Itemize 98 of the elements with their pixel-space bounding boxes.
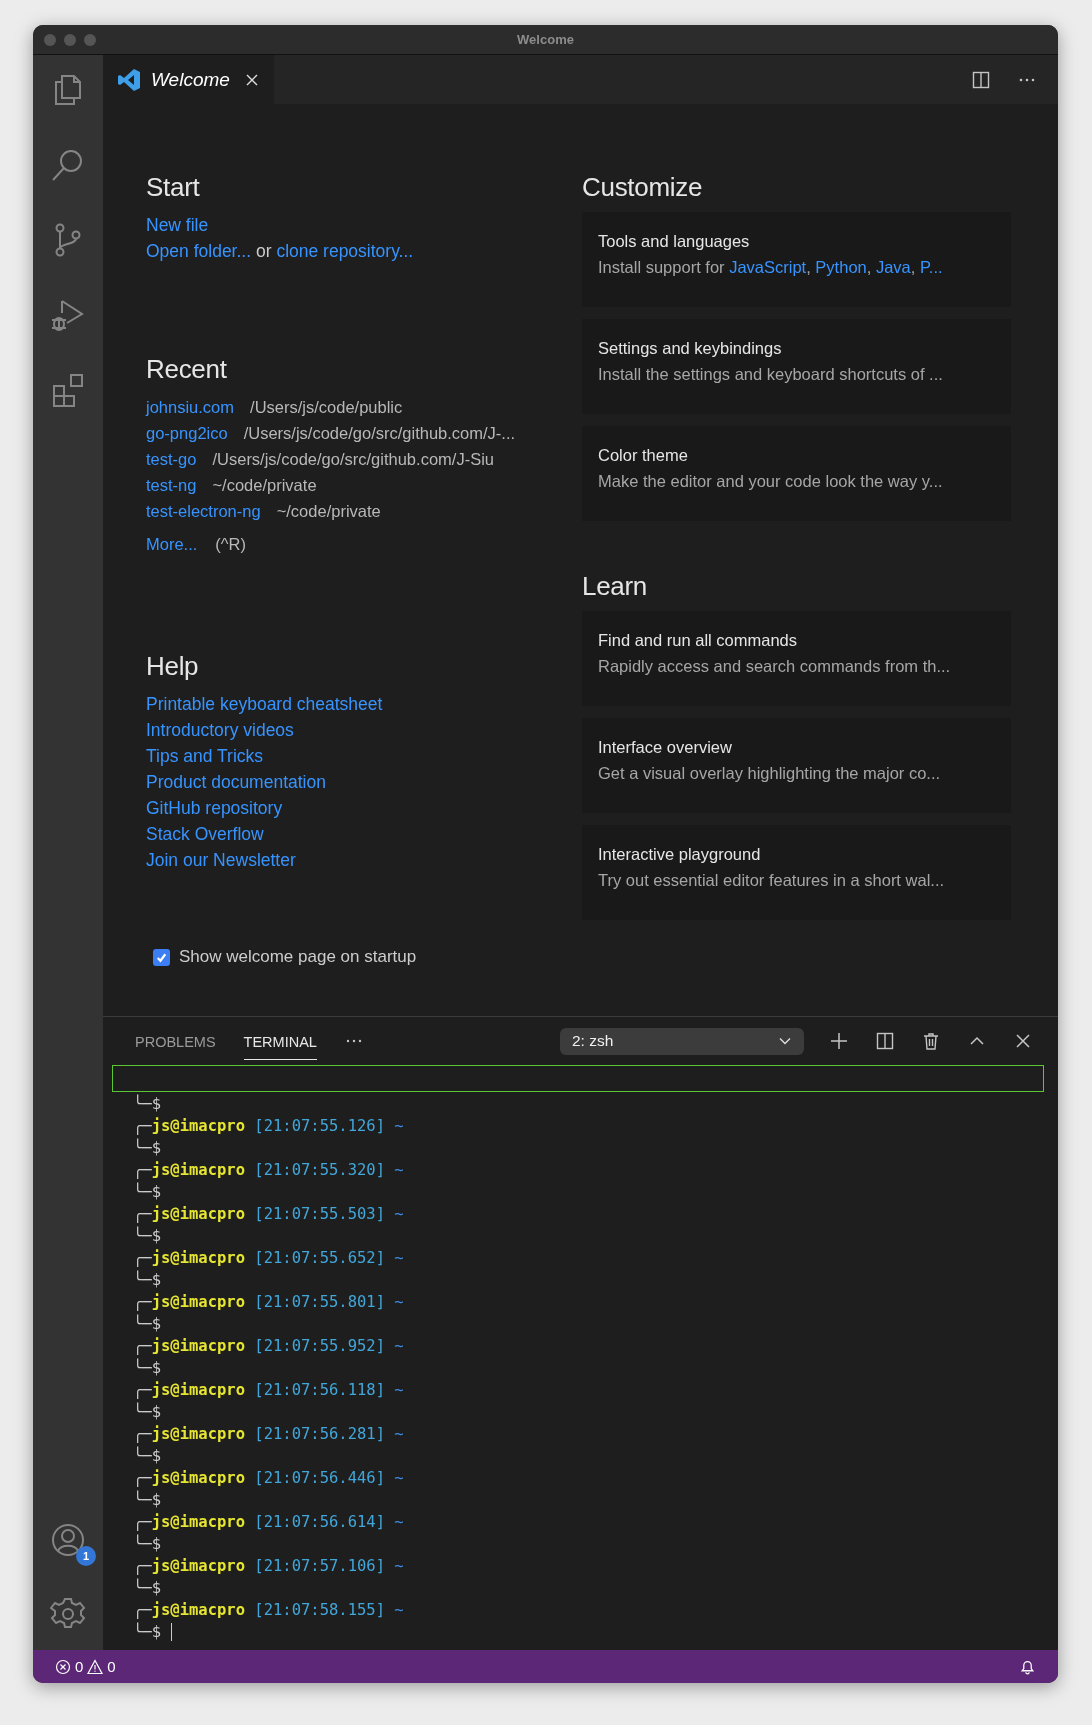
terminal-line: ╭─js@imacpro [21:07:55.952] ~ bbox=[133, 1336, 404, 1357]
bell-icon[interactable] bbox=[1019, 1658, 1036, 1675]
project-path: /Users/js/code/go/src/github.com/J-Siu bbox=[212, 449, 494, 470]
card-description: Install the settings and keyboard shortcuts of ... bbox=[598, 365, 943, 384]
help-link[interactable]: GitHub repository bbox=[146, 798, 283, 818]
card-description: Install support for JavaScript, Python, Java, P... bbox=[598, 258, 943, 277]
project-path: /Users/js/code/go/src/github.com/J-... bbox=[243, 423, 516, 444]
walkthrough-card[interactable]: Settings and keybindings Install the settings and keyboard shortcuts of ... bbox=[582, 319, 1011, 414]
terminal-line: ╭─js@imacpro [21:07:55.503] ~ bbox=[133, 1204, 404, 1225]
split-editor-icon[interactable] bbox=[972, 70, 990, 89]
checkbox[interactable] bbox=[153, 948, 170, 966]
section-heading: Start bbox=[146, 171, 200, 204]
terminal-line: ╰─$ bbox=[133, 1269, 161, 1291]
terminal-line: ╰─$ bbox=[133, 1533, 161, 1555]
more-link[interactable]: More... bbox=[146, 531, 198, 557]
editor-tab[interactable]: Welcome bbox=[103, 55, 274, 104]
terminal-dropdown[interactable]: 2: zsh bbox=[560, 1027, 804, 1055]
recent-project-link[interactable]: johnsiu.com bbox=[146, 394, 235, 420]
terminal-line: ╰─$ bbox=[133, 1313, 161, 1335]
checkbox-label: Show welcome page on startup bbox=[179, 947, 417, 967]
terminal-line: ╭─js@imacpro [21:07:56.446] ~ bbox=[133, 1468, 404, 1489]
section-heading: Learn bbox=[582, 570, 647, 603]
help-link[interactable]: Join our Newsletter bbox=[146, 850, 296, 870]
section-heading: Help bbox=[146, 650, 199, 683]
terminal-line: ╭─js@imacpro [21:07:55.652] ~ bbox=[133, 1248, 404, 1269]
terminal-line: ╭─js@imacpro [21:07:56.118] ~ bbox=[133, 1380, 404, 1401]
project-path: /Users/js/code/public bbox=[250, 397, 403, 418]
project-path: ~/code/private bbox=[212, 475, 317, 496]
help-link[interactable]: Printable keyboard cheatsheet bbox=[146, 694, 383, 714]
plus-icon[interactable] bbox=[830, 1032, 848, 1050]
walkthrough-card[interactable]: Color theme Make the editor and your code look the way y... bbox=[582, 426, 1011, 521]
trash-icon[interactable] bbox=[922, 1032, 940, 1050]
terminal-line: ╰─$ bbox=[133, 1401, 161, 1423]
card-title: Color theme bbox=[598, 446, 688, 465]
terminal-line: ╭─js@imacpro [21:07:57.106] ~ bbox=[133, 1556, 404, 1577]
terminal-line: ╰─$ bbox=[133, 1621, 161, 1643]
card-title: Interface overview bbox=[598, 738, 732, 757]
card-title: Find and run all commands bbox=[598, 631, 797, 650]
close-icon[interactable] bbox=[245, 73, 258, 86]
warning-count: 0 bbox=[107, 1658, 116, 1675]
problems-status[interactable]: 0 0 bbox=[55, 1658, 116, 1675]
card-title: Tools and languages bbox=[598, 232, 750, 251]
window-title: Welcome bbox=[517, 32, 574, 47]
terminal-line: ╰─$ bbox=[133, 1357, 161, 1379]
panel-tab[interactable]: TERMINAL bbox=[243, 1022, 317, 1060]
link[interactable]: Open folder... bbox=[146, 241, 252, 261]
terminal-line: ╰─$ bbox=[133, 1181, 161, 1203]
terminal-line: ╰─$ bbox=[133, 1445, 161, 1467]
notification-badge: 1 bbox=[76, 1546, 96, 1566]
link[interactable]: Java bbox=[875, 258, 911, 276]
card-title: Interactive playground bbox=[598, 845, 761, 864]
walkthrough-card[interactable]: Interactive playground Try out essential editor features in a short wal... bbox=[582, 825, 1011, 920]
terminal-line: ╰─$ bbox=[133, 1489, 161, 1511]
link[interactable]: Python bbox=[815, 258, 867, 276]
terminal-line: ╭─js@imacpro [21:07:55.801] ~ bbox=[133, 1292, 404, 1313]
run-debug-icon[interactable] bbox=[50, 297, 86, 333]
terminal-line: ╭─js@imacpro [21:07:55.320] ~ bbox=[133, 1160, 404, 1181]
help-link[interactable]: Product documentation bbox=[146, 772, 326, 792]
error-icon bbox=[55, 1658, 71, 1675]
help-link[interactable]: Tips and Tricks bbox=[146, 746, 264, 766]
shortcut-hint: (^R) bbox=[215, 534, 246, 555]
terminal-line: ╰─$ bbox=[133, 1225, 161, 1247]
terminal-line: ╭─js@imacpro [21:07:56.281] ~ bbox=[133, 1424, 404, 1445]
recent-project-link[interactable]: test-electron-ng bbox=[146, 498, 261, 524]
close-icon[interactable] bbox=[1014, 1032, 1032, 1050]
card-description: Get a visual overlay highlighting the major co... bbox=[598, 764, 941, 783]
logo-icon bbox=[117, 67, 141, 92]
help-link[interactable]: Introductory videos bbox=[146, 720, 294, 740]
link[interactable]: clone repository... bbox=[276, 241, 414, 261]
walkthrough-card[interactable]: Find and run all commands Rapidly access and search commands from th... bbox=[582, 611, 1011, 706]
recent-project-link[interactable]: test-ng bbox=[146, 472, 197, 498]
error-count: 0 bbox=[75, 1658, 84, 1675]
card-description: Try out essential editor features in a short wal... bbox=[598, 871, 945, 890]
terminal-line: ╰─$ bbox=[133, 1137, 161, 1159]
card-title: Settings and keybindings bbox=[598, 339, 782, 358]
terminal-line: ╭─js@imacpro [21:07:56.614] ~ bbox=[133, 1512, 404, 1533]
warning-icon bbox=[87, 1658, 104, 1675]
terminal-line: ╭─js@imacpro [21:07:58.155] ~ bbox=[133, 1600, 404, 1621]
panel-tab[interactable]: PROBLEMS bbox=[135, 1022, 216, 1060]
extensions-icon[interactable] bbox=[50, 372, 86, 408]
section-heading: Customize bbox=[582, 171, 703, 204]
terminal-line: ╭─js@imacpro [21:07:55.126] ~ bbox=[133, 1116, 404, 1137]
link[interactable]: New file bbox=[146, 215, 209, 235]
terminal-line: ╰─$ bbox=[133, 1093, 161, 1115]
walkthrough-card[interactable]: Tools and languages Install support for JavaScript, Python, Java, P... bbox=[582, 212, 1011, 307]
recent-project-link[interactable]: test-go bbox=[146, 446, 197, 472]
section-heading: Recent bbox=[146, 353, 227, 386]
help-link[interactable]: Stack Overflow bbox=[146, 824, 264, 844]
card-description: Rapidly access and search commands from th... bbox=[598, 657, 951, 676]
recent-project-link[interactable]: go-png2ico bbox=[146, 420, 228, 446]
link[interactable]: JavaScript bbox=[729, 258, 807, 276]
start-line: Open folder... or clone repository... bbox=[146, 241, 414, 261]
card-description: Make the editor and your code look the way y... bbox=[598, 472, 943, 491]
link[interactable]: P... bbox=[919, 258, 943, 276]
split-terminal-icon[interactable] bbox=[876, 1032, 894, 1050]
walkthrough-card[interactable]: Interface overview Get a visual overlay highlighting the major co... bbox=[582, 718, 1011, 813]
terminal-line: ╰─$ bbox=[133, 1577, 161, 1599]
project-path: ~/code/private bbox=[276, 501, 381, 522]
